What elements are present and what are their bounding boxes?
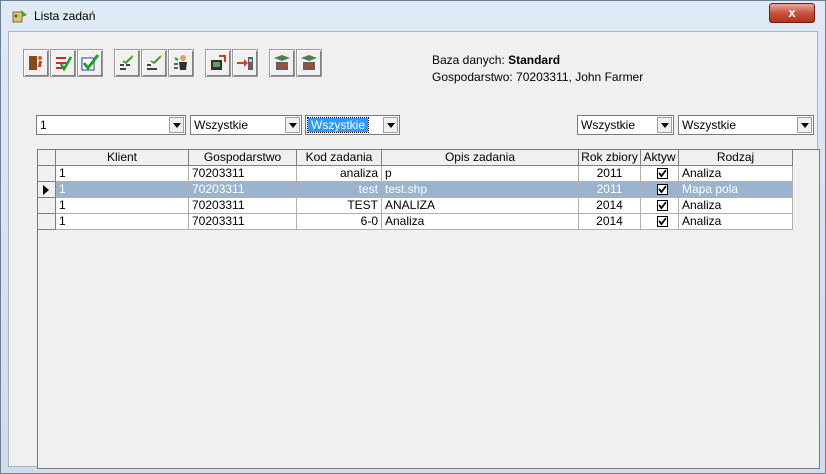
cell-kod-zadania[interactable]: test xyxy=(297,182,382,198)
cell-aktyw[interactable] xyxy=(641,182,679,198)
chevron-down-icon[interactable] xyxy=(169,117,184,133)
cell-klient[interactable]: 1 xyxy=(56,214,189,230)
cell-gospodarstwo[interactable]: 70203311 xyxy=(189,198,297,214)
exit-icon xyxy=(29,56,42,70)
filter-4-value: Wszystkie xyxy=(581,118,635,132)
cell-kod-zadania[interactable]: TEST xyxy=(297,198,382,214)
cell-opis-zadania[interactable]: test.shp xyxy=(382,182,579,198)
cell-rodzaj[interactable]: Analiza xyxy=(679,214,793,230)
person-list-button[interactable] xyxy=(168,49,194,77)
row-indicator[interactable] xyxy=(38,198,56,214)
row-indicator[interactable] xyxy=(38,166,56,182)
filter-2-value: Wszystkie xyxy=(194,118,248,132)
checkmark-icon xyxy=(81,54,99,71)
app-icon xyxy=(12,10,27,23)
cell-klient[interactable]: 1 xyxy=(56,198,189,214)
edit-list-icon xyxy=(120,55,134,70)
row-indicator[interactable] xyxy=(38,182,56,198)
cell-aktyw[interactable] xyxy=(641,166,679,182)
column-header-aktyw[interactable]: Aktyw xyxy=(641,150,679,166)
active-checkbox[interactable] xyxy=(657,200,668,211)
filter-4-select[interactable]: Wszystkie xyxy=(577,115,674,135)
chevron-down-icon[interactable] xyxy=(657,117,672,133)
export-button[interactable] xyxy=(232,49,258,77)
check-list-button[interactable] xyxy=(50,49,76,77)
filter-5-select[interactable]: Wszystkie xyxy=(678,115,814,135)
cell-rok-zbiory[interactable]: 2014 xyxy=(579,214,641,230)
cell-klient[interactable]: 1 xyxy=(56,182,189,198)
cell-rok-zbiory[interactable]: 2014 xyxy=(579,198,641,214)
export-icon xyxy=(237,57,253,70)
check-list-icon xyxy=(56,56,72,72)
client-area: Baza danych: Standard Gospodarstwo: 7020… xyxy=(8,31,820,469)
edit-list-2-icon xyxy=(147,55,162,70)
window-title: Lista zadań xyxy=(34,9,96,23)
farm-info: Gospodarstwo: 70203311, John Farmer xyxy=(432,70,644,84)
database-info: Baza danych: Standard Gospodarstwo: 7020… xyxy=(432,52,643,86)
import-button[interactable] xyxy=(205,49,231,77)
edit-list-2-button[interactable] xyxy=(141,49,167,77)
column-header-rok-zbiory[interactable]: Rok zbiory xyxy=(579,150,641,166)
client-filter-select[interactable]: 1 xyxy=(36,115,186,135)
task-list-window: Lista zadań x Baza danych: Standard Gosp… xyxy=(0,0,826,474)
client-filter-value: 1 xyxy=(40,118,47,132)
cell-rodzaj[interactable]: Analiza xyxy=(679,166,793,182)
checkmark-icon xyxy=(658,201,667,210)
checkmark-icon xyxy=(658,185,667,194)
cell-gospodarstwo[interactable]: 70203311 xyxy=(189,214,297,230)
edit-list-button[interactable] xyxy=(114,49,140,77)
checkmark-icon xyxy=(658,169,667,178)
title-bar[interactable]: Lista zadań x xyxy=(1,1,825,31)
checkmark-icon xyxy=(658,217,667,226)
map-export-button[interactable] xyxy=(296,49,322,77)
map-import-icon xyxy=(274,55,290,70)
filter-3-select[interactable]: Wszystkie xyxy=(305,115,400,135)
filter-3-value: Wszystkie xyxy=(307,117,369,133)
close-button[interactable]: x xyxy=(769,3,815,23)
column-header-gospodarstwo[interactable]: Gospodarstwo xyxy=(189,150,297,166)
cell-gospodarstwo[interactable]: 70203311 xyxy=(189,166,297,182)
current-row-arrow-icon xyxy=(43,185,49,195)
filter-5-value: Wszystkie xyxy=(682,118,736,132)
database-label: Baza danych: xyxy=(432,53,509,67)
task-table[interactable]: Klient Gospodarstwo Kod zadania Opis zad… xyxy=(37,149,820,469)
checkmark-button[interactable] xyxy=(77,49,103,77)
import-icon xyxy=(211,55,226,70)
cell-klient[interactable]: 1 xyxy=(56,166,189,182)
column-header-opis-zadania[interactable]: Opis zadania xyxy=(382,150,579,166)
cell-aktyw[interactable] xyxy=(641,214,679,230)
cell-aktyw[interactable] xyxy=(641,198,679,214)
close-icon: x xyxy=(788,5,796,20)
person-list-icon xyxy=(174,55,187,70)
cell-opis-zadania[interactable]: ANALIZA xyxy=(382,198,579,214)
cell-rodzaj[interactable]: Analiza xyxy=(679,198,793,214)
chevron-down-icon[interactable] xyxy=(285,117,300,133)
map-import-button[interactable] xyxy=(269,49,295,77)
filter-2-select[interactable]: Wszystkie xyxy=(190,115,302,135)
cell-kod-zadania[interactable]: 6-0 xyxy=(297,214,382,230)
row-indicator-header xyxy=(38,150,56,166)
cell-kod-zadania[interactable]: analiza xyxy=(297,166,382,182)
chevron-down-icon[interactable] xyxy=(797,117,812,133)
database-value: Standard xyxy=(508,53,561,67)
active-checkbox[interactable] xyxy=(657,184,668,195)
column-header-rodzaj[interactable]: Rodzaj xyxy=(679,150,793,166)
active-checkbox[interactable] xyxy=(657,216,668,227)
cell-rok-zbiory[interactable]: 2011 xyxy=(579,166,641,182)
active-checkbox[interactable] xyxy=(657,168,668,179)
cell-opis-zadania[interactable]: p xyxy=(382,166,579,182)
map-export-icon xyxy=(301,55,317,70)
exit-button[interactable] xyxy=(23,49,49,77)
cell-gospodarstwo[interactable]: 70203311 xyxy=(189,182,297,198)
chevron-down-icon[interactable] xyxy=(383,117,398,133)
cell-opis-zadania[interactable]: Analiza xyxy=(382,214,579,230)
column-header-klient[interactable]: Klient xyxy=(56,150,189,166)
column-header-kod-zadania[interactable]: Kod zadania xyxy=(297,150,382,166)
cell-rok-zbiory[interactable]: 2011 xyxy=(579,182,641,198)
row-indicator[interactable] xyxy=(38,214,56,230)
cell-rodzaj[interactable]: Mapa pola xyxy=(679,182,793,198)
